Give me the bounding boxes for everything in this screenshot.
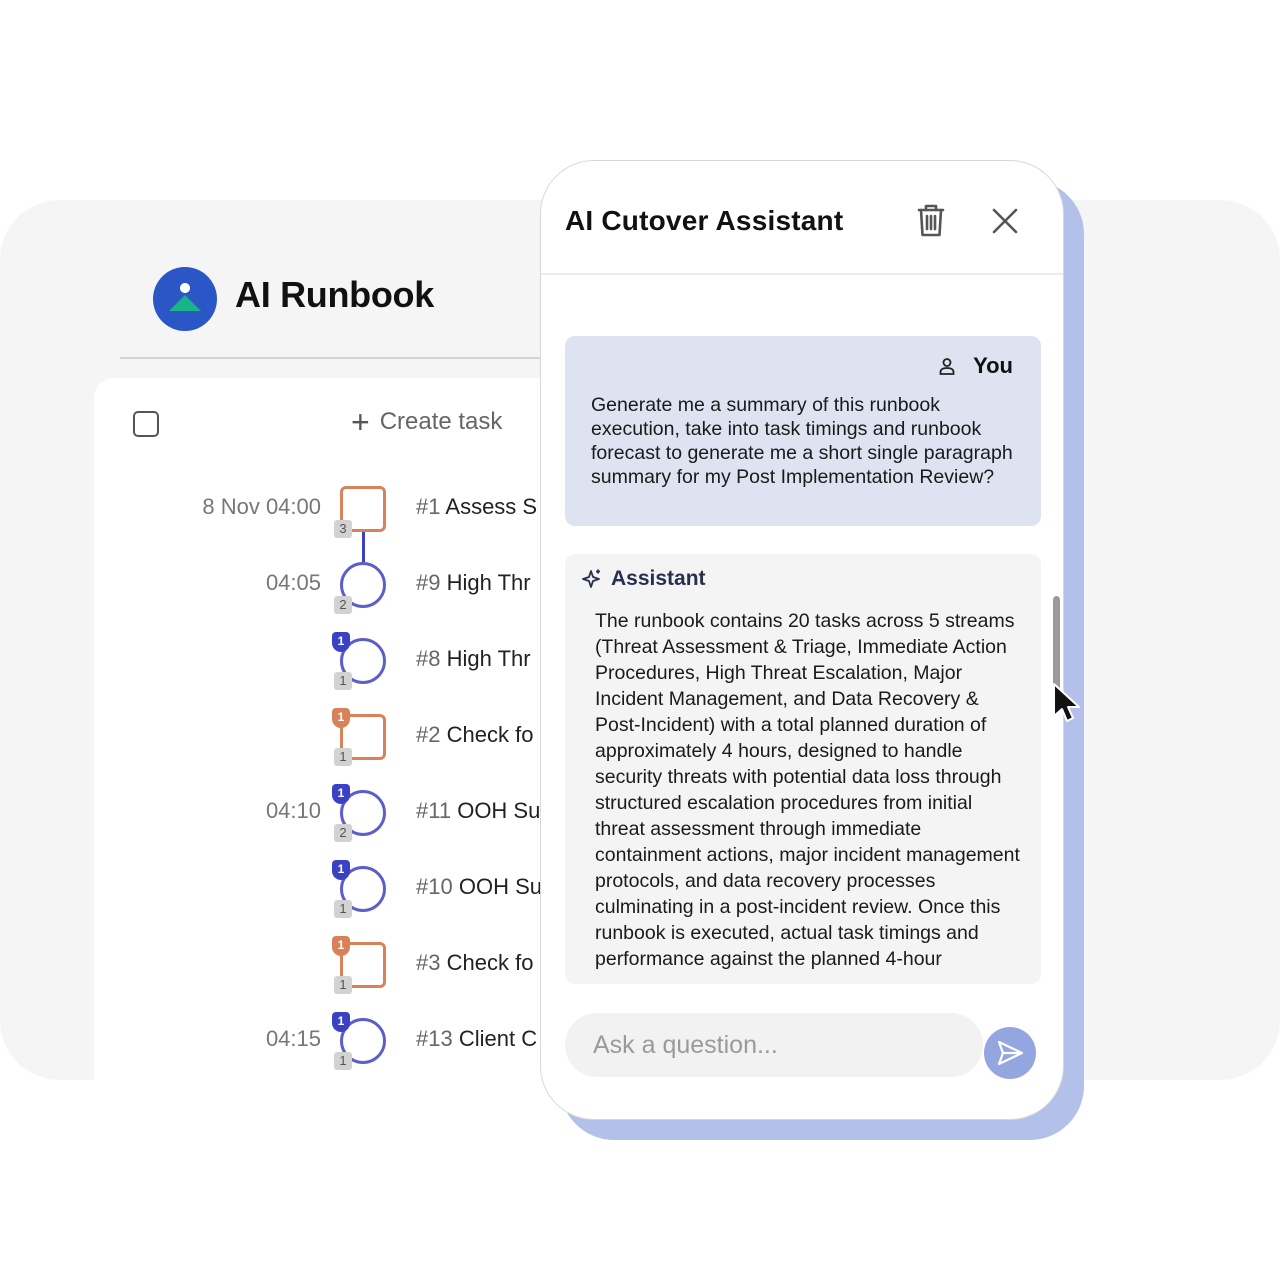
successor-count-badge: 1 [334, 900, 352, 918]
send-button[interactable] [984, 1027, 1036, 1079]
task-label[interactable]: #2 Check fo [416, 722, 533, 748]
predecessor-count-badge: 1 [332, 1012, 350, 1032]
stage: AI Runbook + Create task 8 Nov 04:00 3 #… [0, 0, 1280, 1280]
create-task-label: Create task [379, 408, 503, 435]
runbook-logo-icon [153, 267, 217, 331]
header-divider [120, 357, 550, 359]
task-time: 04:15 [265, 1026, 321, 1051]
task-label[interactable]: #3 Check fo [416, 950, 533, 976]
task-time: 8 Nov 04:00 [202, 494, 321, 519]
task-node[interactable]: 2 [334, 562, 386, 614]
predecessor-count-badge: 1 [332, 632, 350, 652]
predecessor-count-badge: 1 [332, 784, 350, 804]
task-row[interactable]: 1 1 #2 Check fo [94, 706, 554, 766]
successor-count-badge: 1 [334, 672, 352, 690]
task-node[interactable]: 1 1 [332, 708, 386, 766]
task-node[interactable]: 1 1 [332, 936, 386, 994]
user-message-header: You [937, 353, 1013, 379]
user-icon [939, 358, 955, 375]
chat-scrollbar[interactable] [1053, 596, 1060, 696]
task-list-panel: + Create task 8 Nov 04:00 3 #1 Assess S … [94, 378, 554, 1080]
send-icon [997, 1040, 1024, 1066]
successor-count-badge: 2 [334, 596, 352, 614]
task-node[interactable]: 1 2 [332, 784, 386, 842]
task-label[interactable]: #10 OOH Su [416, 874, 542, 900]
task-row[interactable]: 04:15 1 1 #13 Client C [94, 1010, 554, 1070]
assistant-name: Assistant [611, 567, 706, 590]
assistant-panel: AI Cutover Assistant You Generate me a s… [540, 160, 1064, 1120]
predecessor-count-badge: 1 [332, 860, 350, 880]
predecessor-count-badge: 1 [332, 708, 350, 728]
task-row[interactable]: 1 1 #3 Check fo [94, 934, 554, 994]
task-node[interactable]: 3 [334, 486, 386, 538]
sparkle-icon [582, 569, 600, 588]
task-label[interactable]: #1 Assess S [416, 494, 537, 520]
assistant-title: AI Cutover Assistant [565, 205, 844, 236]
select-all-checkbox[interactable] [133, 411, 159, 437]
assistant-message-header: Assistant [581, 567, 706, 591]
successor-count-badge: 1 [334, 976, 352, 994]
task-row[interactable]: 04:10 1 2 #11 OOH Su [94, 782, 554, 842]
create-task-button[interactable]: + Create task [351, 404, 503, 440]
trash-icon [917, 204, 945, 237]
successor-count-badge: 2 [334, 824, 352, 842]
task-node[interactable]: 1 1 [332, 1012, 386, 1070]
successor-count-badge: 3 [334, 520, 352, 538]
user-message-text: Generate me a summary of this runbook ex… [591, 394, 1013, 488]
plus-icon: + [351, 404, 370, 440]
page-title: AI Runbook [235, 274, 434, 315]
clear-chat-button[interactable] [911, 201, 951, 241]
successor-count-badge: 1 [334, 1052, 352, 1070]
assistant-message-bubble: Assistant The runbook contains 20 tasks … [565, 554, 1041, 984]
task-node[interactable]: 1 1 [332, 860, 386, 918]
task-node[interactable]: 1 1 [332, 632, 386, 690]
ask-question-input[interactable] [565, 1013, 983, 1077]
task-label[interactable]: #8 High Thr [416, 646, 531, 672]
task-row[interactable]: 8 Nov 04:00 3 #1 Assess S [94, 478, 554, 538]
task-row[interactable]: 1 1 #10 OOH Su [94, 858, 554, 918]
task-time: 04:05 [265, 570, 321, 595]
close-button[interactable] [985, 201, 1025, 241]
user-name: You [973, 353, 1013, 378]
task-label[interactable]: #9 High Thr [416, 570, 531, 596]
task-time: 04:10 [265, 798, 321, 823]
task-row[interactable]: 04:05 2 #9 High Thr [94, 554, 554, 614]
task-label[interactable]: #11 OOH Su [416, 798, 540, 824]
task-label[interactable]: #13 Client C [416, 1026, 537, 1052]
assistant-message-text: The runbook contains 20 tasks across 5 s… [595, 610, 1020, 970]
mouse-pointer-icon [1053, 683, 1080, 722]
task-row[interactable]: 1 1 #8 High Thr [94, 630, 554, 690]
panel-header-divider [541, 273, 1063, 275]
successor-count-badge: 1 [334, 748, 352, 766]
user-message-bubble: You Generate me a summary of this runboo… [565, 336, 1041, 526]
predecessor-count-badge: 1 [332, 936, 350, 956]
close-icon [992, 208, 1018, 234]
